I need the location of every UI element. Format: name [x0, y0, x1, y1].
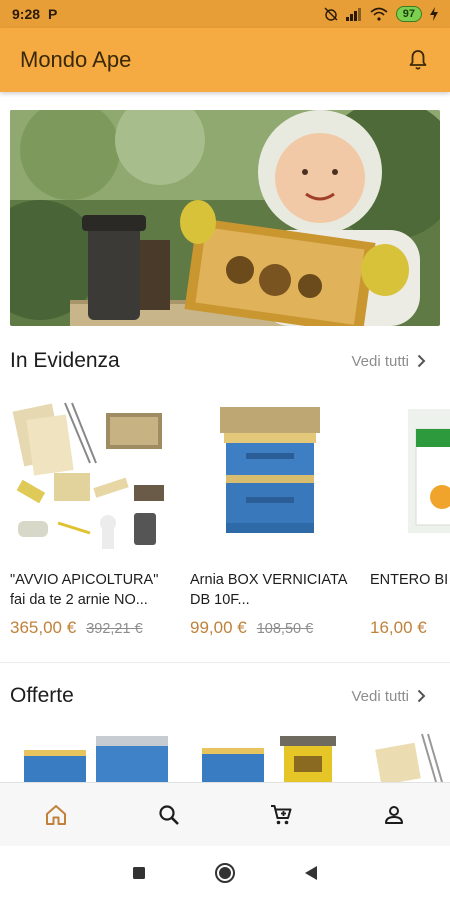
nav-home[interactable]	[26, 791, 86, 839]
home-circle-icon[interactable]	[214, 862, 236, 884]
product-card[interactable]: ENTERO BI - POLVERE 16,00 €	[370, 393, 450, 643]
product-old-price: 392,21 €	[86, 621, 143, 637]
featured-see-all-link[interactable]: Vedi tutti	[351, 353, 440, 370]
nav-search[interactable]	[139, 791, 199, 839]
notifications-bell-icon[interactable]	[406, 48, 430, 72]
product-prices: 99,00 € 108,50 €	[190, 618, 360, 638]
chevron-right-icon	[417, 354, 426, 368]
offer-product-image-blue-hive[interactable]	[10, 730, 170, 782]
app-title: Mondo Ape	[20, 47, 132, 72]
search-icon	[159, 804, 179, 825]
product-prices: 16,00 €	[370, 618, 450, 638]
app-screen: 9:28 P 97 Mondo Ape In Evidenza Vedi tut…	[0, 0, 450, 900]
app-bar: Mondo Ape	[0, 28, 450, 92]
nav-cart[interactable]	[251, 791, 311, 839]
product-prices: 365,00 € 392,21 €	[10, 618, 180, 638]
alarm-off-icon	[324, 7, 338, 21]
status-bar: 9:28 P 97	[0, 0, 450, 28]
product-name: Arnia BOX VERNICIATA DB 10F...	[190, 572, 347, 608]
featured-section-title: In Evidenza	[10, 349, 120, 372]
offers-products-carousel[interactable]	[0, 730, 450, 782]
hero-image-beekeeper-child	[10, 110, 440, 326]
offers-see-all-link[interactable]: Vedi tutti	[351, 688, 440, 705]
product-name: "AVVIO APICOLTURA" fai da te 2 arnie NO.…	[10, 572, 159, 608]
nav-account[interactable]	[364, 791, 424, 839]
product-card[interactable]: Arnia BOX VERNICIATA DB 10F... 99,00 € 1…	[190, 393, 360, 643]
offer-product-image-yellow-hive[interactable]	[190, 730, 350, 782]
charging-icon	[430, 7, 438, 21]
back-icon[interactable]	[304, 865, 318, 881]
product-card[interactable]: "AVVIO APICOLTURA" fai da te 2 arnie NO.…	[10, 393, 180, 643]
featured-section-header: In Evidenza Vedi tutti	[0, 341, 450, 381]
product-price: 99,00 €	[190, 618, 247, 637]
battery-indicator: 97	[395, 6, 422, 22]
recent-apps-icon[interactable]	[132, 866, 146, 880]
account-icon	[384, 805, 403, 824]
hero-banner[interactable]	[10, 110, 440, 326]
signal-icon	[345, 7, 361, 21]
product-name: ENTERO BI - POLVERE	[370, 572, 450, 588]
product-image-starter-kit	[10, 393, 170, 553]
product-price: 365,00 €	[10, 618, 77, 637]
product-price: 16,00 €	[370, 618, 427, 637]
status-icons: 97	[324, 6, 438, 22]
offers-section-title: Offerte	[10, 684, 74, 707]
featured-products-carousel[interactable]: "AVVIO APICOLTURA" fai da te 2 arnie NO.…	[0, 393, 450, 643]
offer-product-image-frames[interactable]	[370, 730, 450, 782]
offers-see-all-label: Vedi tutti	[351, 687, 409, 705]
offers-section-header: Offerte Vedi tutti	[0, 676, 450, 716]
product-old-price: 108,50 €	[256, 621, 314, 637]
status-carrier: P	[48, 6, 58, 22]
bottom-navigation	[0, 782, 450, 846]
home-icon	[46, 804, 67, 825]
wifi-icon	[370, 7, 388, 21]
chevron-right-icon	[417, 689, 426, 703]
system-navigation-bar	[0, 846, 450, 900]
section-divider	[0, 662, 450, 663]
product-image-hive-box	[190, 393, 350, 553]
cart-icon	[271, 804, 292, 824]
status-time: 9:28	[12, 6, 41, 22]
featured-see-all-label: Vedi tutti	[351, 352, 409, 370]
product-image-entero-bi-pack	[370, 393, 450, 553]
